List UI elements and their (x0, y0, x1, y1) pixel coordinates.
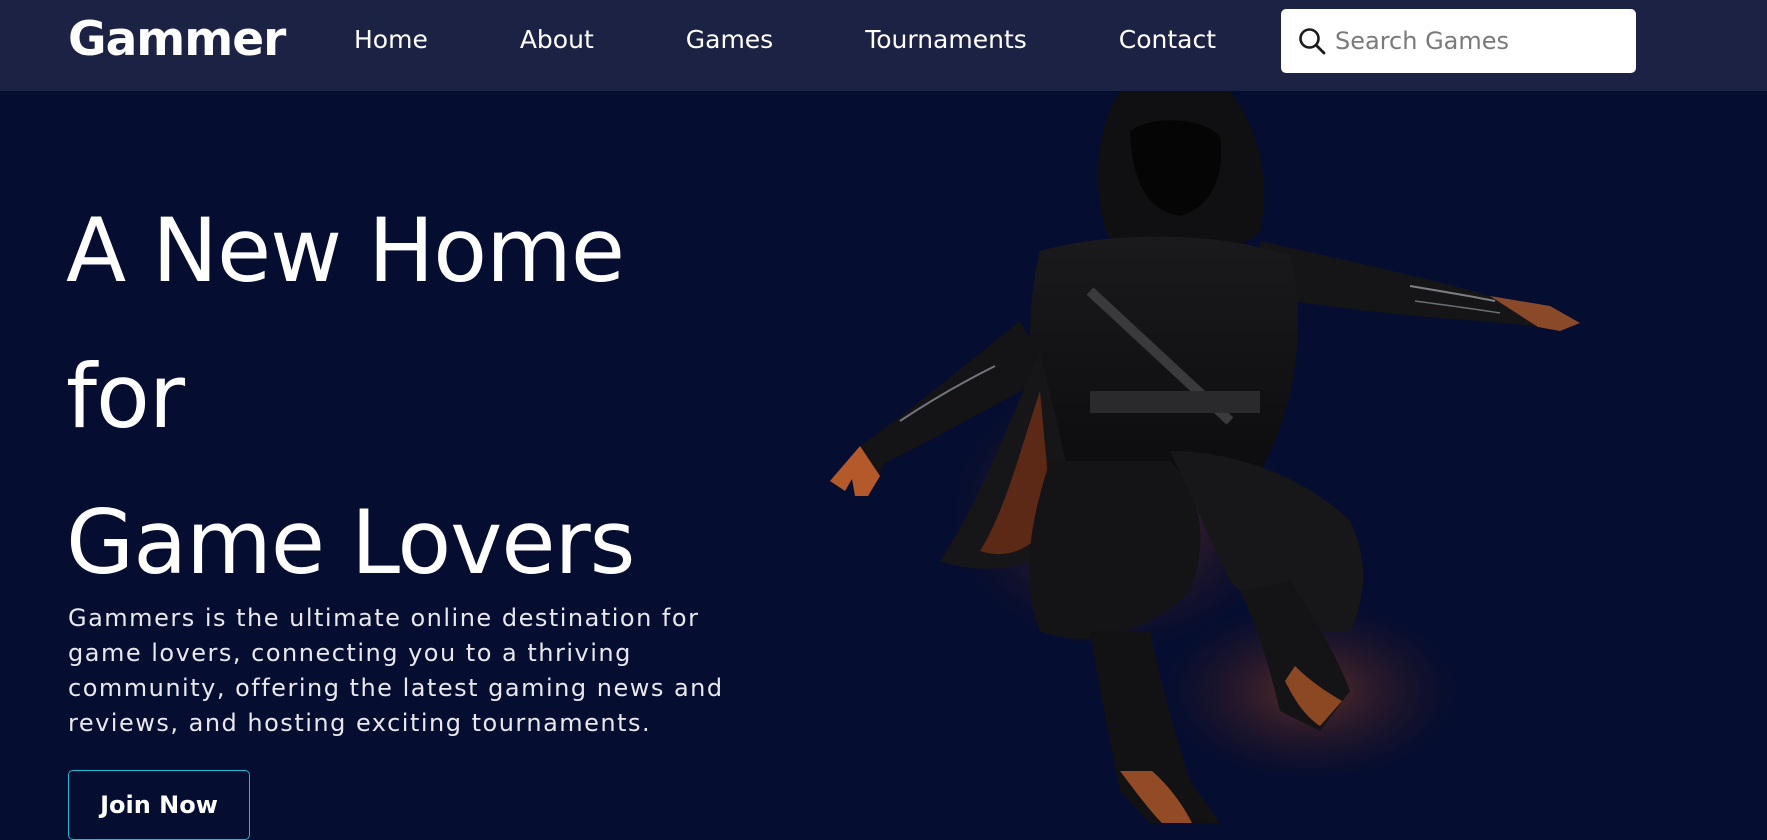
nav-link-about[interactable]: About (520, 24, 594, 56)
hero-title-line-1: A New Home (66, 199, 625, 302)
main-nav: Home About Games Tournaments Contact (354, 24, 1216, 56)
navbar: Gammer Home About Games Tournaments Cont… (0, 0, 1767, 91)
hero-title: A New Home for Game Lovers (66, 178, 636, 616)
search-icon[interactable] (1297, 26, 1327, 56)
search-box[interactable] (1281, 9, 1636, 73)
hero-title-line-2: for (66, 345, 185, 448)
nav-link-tournaments[interactable]: Tournaments (865, 24, 1027, 56)
join-now-button[interactable]: Join Now (68, 770, 250, 840)
search-input[interactable] (1335, 19, 1620, 63)
nav-link-contact[interactable]: Contact (1119, 24, 1216, 56)
hooded-ninja-image (830, 91, 1580, 823)
hero-description: Gammers is the ultimate online destinati… (68, 604, 724, 737)
nav-link-games[interactable]: Games (686, 24, 773, 56)
hero-title-line-3: Game Lovers (66, 491, 636, 594)
nav-link-home[interactable]: Home (354, 24, 428, 56)
site-logo[interactable]: Gammer (68, 12, 286, 68)
